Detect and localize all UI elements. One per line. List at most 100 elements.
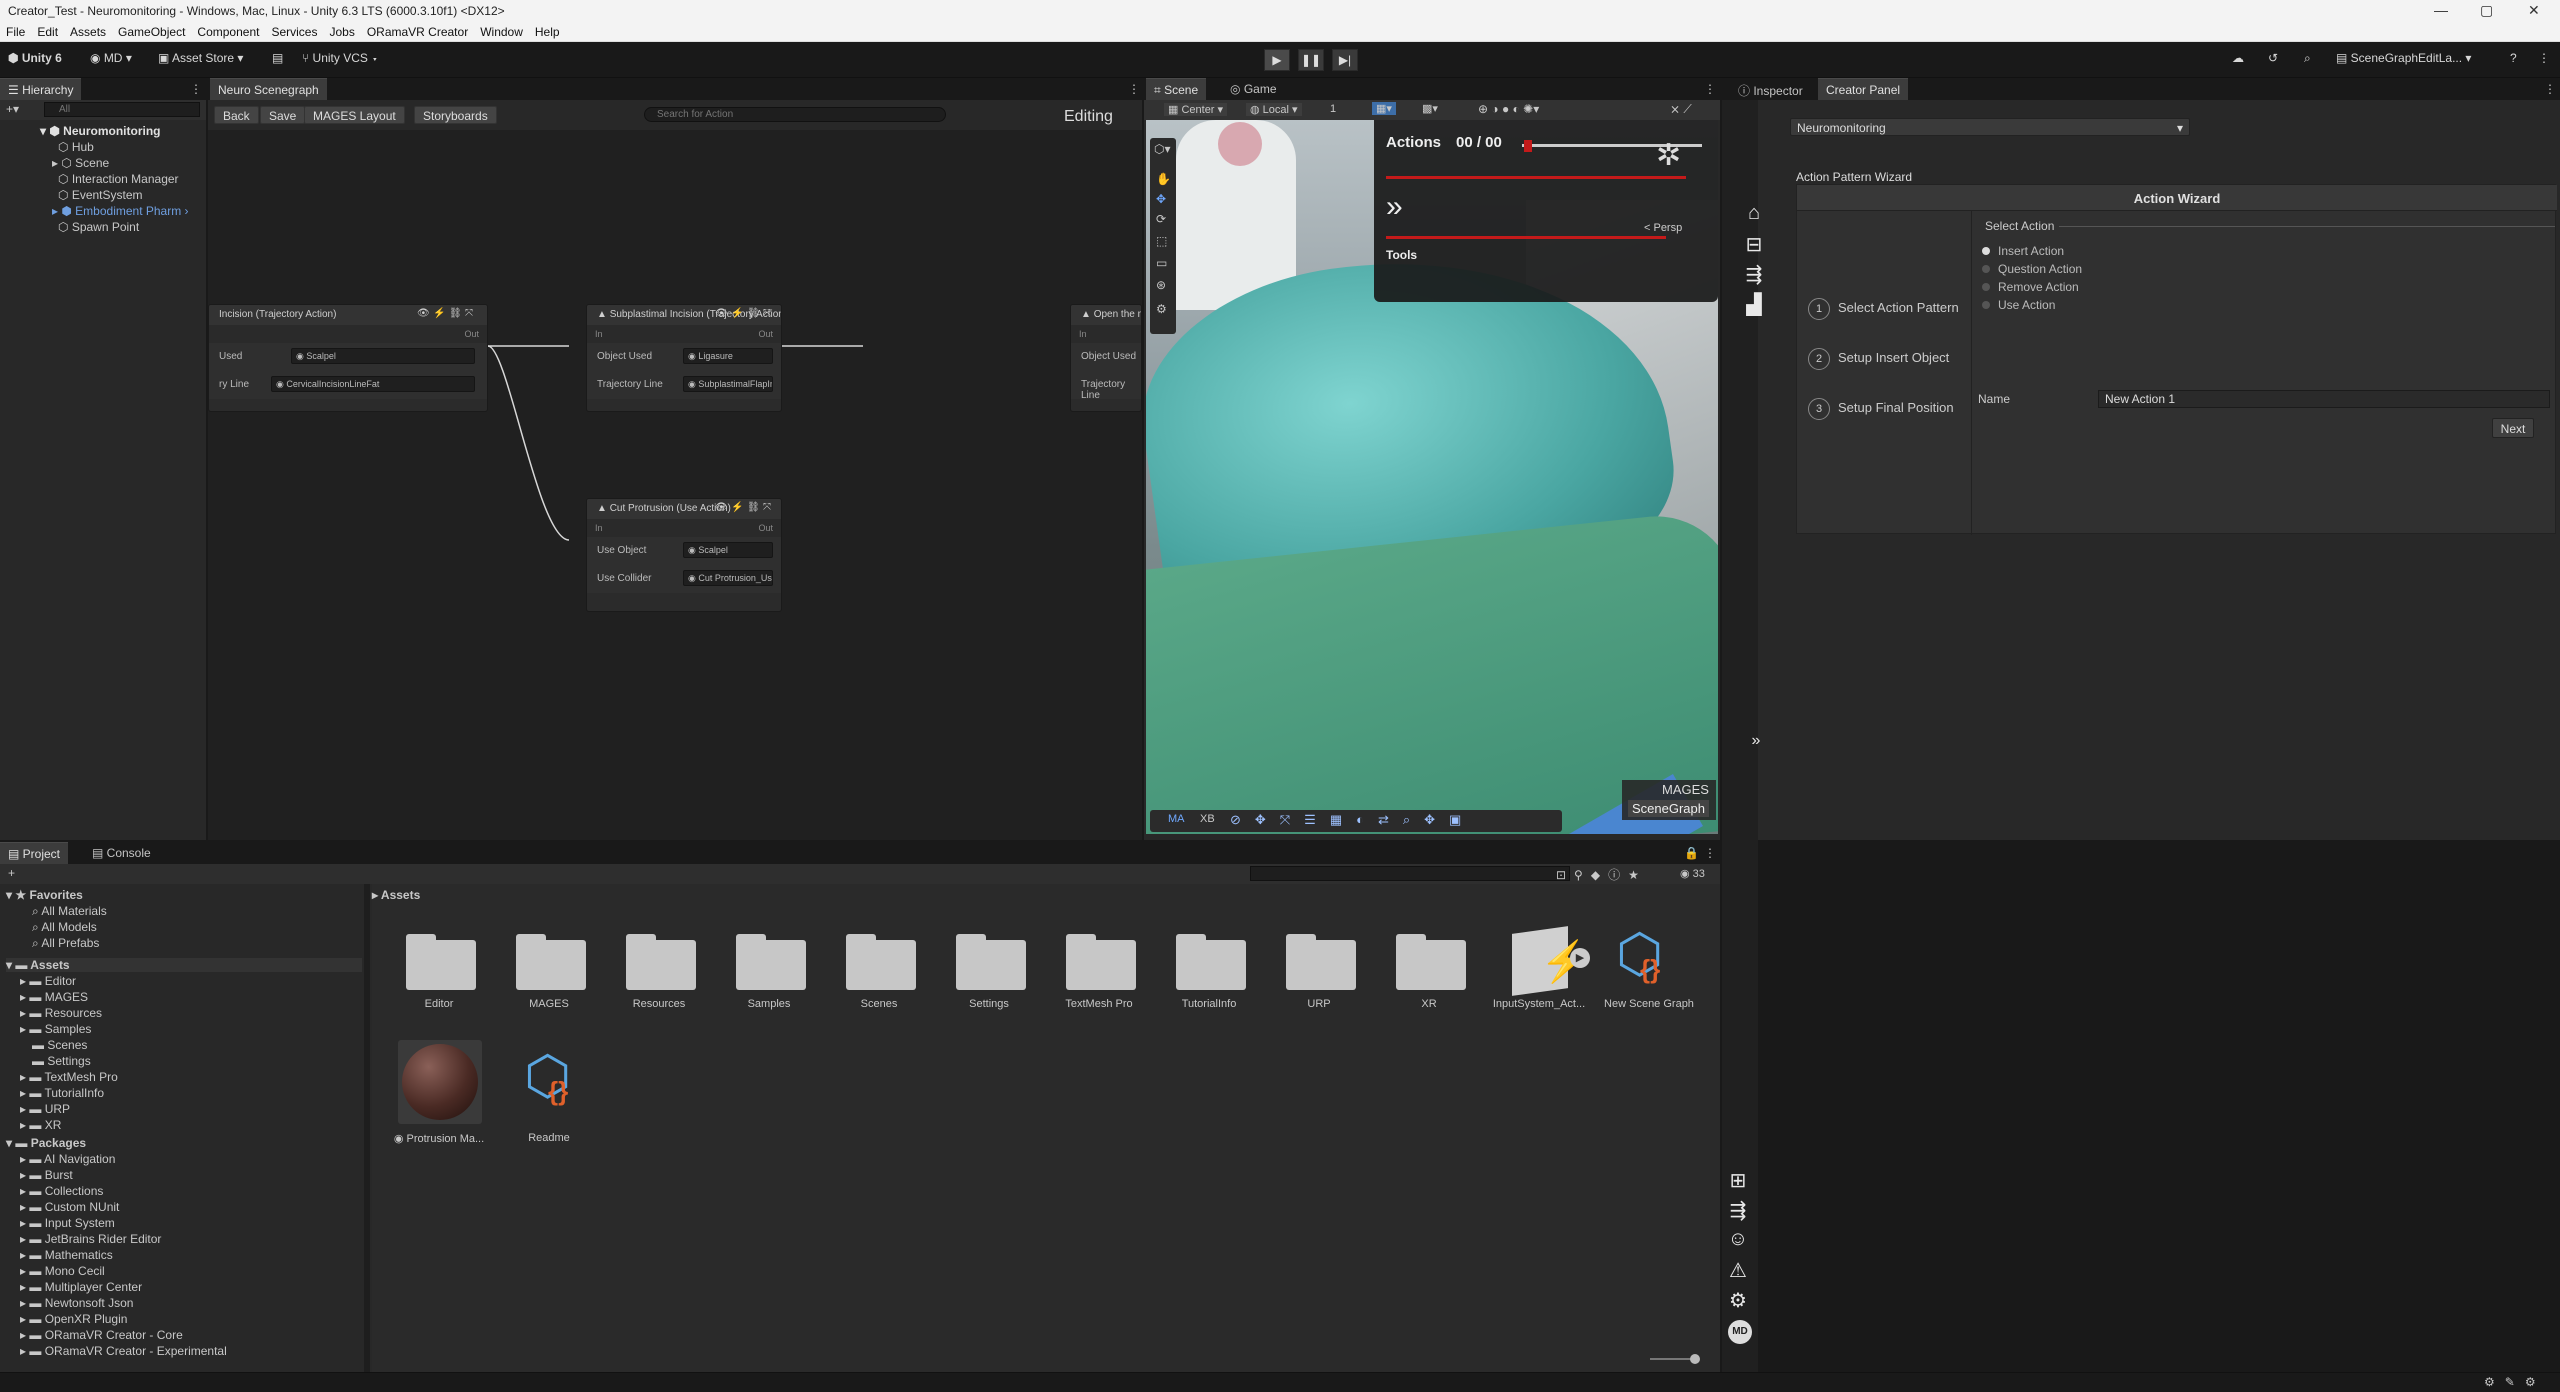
- folder-icon[interactable]: [1176, 934, 1246, 990]
- hierarchy-item[interactable]: ⬡ EventSystem: [58, 188, 143, 202]
- material-asset-tile[interactable]: [398, 1040, 482, 1124]
- tab-creator-panel[interactable]: Creator Panel: [1818, 78, 1909, 100]
- menu-services[interactable]: Services: [265, 22, 323, 39]
- tree-folder[interactable]: ▸ ▬ Editor: [20, 974, 76, 988]
- pause-button[interactable]: ❚❚: [1298, 49, 1324, 71]
- tree-package[interactable]: ▸ ▬ ORamaVR Creator - Core: [20, 1328, 183, 1342]
- scene-viewport[interactable]: Actions 00 / 00 » < Persp Tools ✲ ⬡▾ ✋ ✥…: [1146, 120, 1718, 834]
- tab-console[interactable]: ▤ Console: [84, 842, 159, 864]
- hud-slider-thumb[interactable]: [1524, 140, 1532, 152]
- asset-store-button[interactable]: ▣ Asset Store ▾: [158, 51, 243, 65]
- persp-label[interactable]: < Persp: [1644, 222, 1682, 234]
- create-icon[interactable]: +: [8, 866, 15, 880]
- snap-icon[interactable]: ▩▾: [1422, 102, 1438, 115]
- settings-gear-icon[interactable]: ⚙: [1724, 1288, 1752, 1316]
- vcs-dropdown[interactable]: ⑂ Unity VCS ▾: [302, 51, 378, 65]
- hierarchy-search-input[interactable]: [44, 102, 200, 117]
- expand-icon[interactable]: ⤧: [763, 502, 771, 513]
- expand-icon[interactable]: ⤧: [763, 308, 771, 319]
- tab-scene[interactable]: ⌗ Scene: [1146, 78, 1207, 100]
- tree-package[interactable]: ▸ ▬ Collections: [20, 1184, 103, 1198]
- step-button[interactable]: ▶|: [1332, 49, 1358, 71]
- bolt-icon[interactable]: ⚡: [433, 308, 445, 319]
- add-icon[interactable]: +▾: [6, 102, 19, 116]
- more-icon[interactable]: ⋮: [2538, 51, 2550, 65]
- folder-icon[interactable]: [406, 934, 476, 990]
- project-search-input[interactable]: [1250, 866, 1570, 881]
- favorites-header[interactable]: ▾ ★ Favorites: [6, 888, 83, 902]
- out-port[interactable]: Out: [758, 523, 773, 533]
- action-search-input[interactable]: [644, 107, 946, 122]
- maximize-button[interactable]: ▢: [2480, 2, 2493, 19]
- menu-window[interactable]: Window: [474, 22, 529, 39]
- in-port[interactable]: In: [595, 523, 603, 533]
- tab-inspector[interactable]: ⓘ Inspector: [1730, 78, 1811, 100]
- scene-tool-icons[interactable]: ⊘✥⤧☰▦◐⇄⌕✥▣: [1230, 812, 1475, 828]
- object-field[interactable]: ◉ Scalpel: [683, 542, 773, 558]
- vr-headset-icon[interactable]: ⊟: [1740, 232, 1768, 260]
- tree-folder[interactable]: ▸ ▬ XR: [20, 1118, 61, 1132]
- scenegraph-icon[interactable]: ⇶: [1740, 262, 1768, 290]
- scene-graph-asset-icon[interactable]: ⬡ {}: [1616, 924, 1680, 992]
- tree-package[interactable]: ▸ ▬ OpenXR Plugin: [20, 1312, 127, 1326]
- hierarchy-root[interactable]: ▾ ⬢ Neuromonitoring: [40, 124, 161, 138]
- menu-component[interactable]: Component: [191, 22, 265, 39]
- menu-help[interactable]: Help: [529, 22, 566, 39]
- tree-folder[interactable]: ▸ ▬ URP: [20, 1102, 70, 1116]
- tree-package[interactable]: ▸ ▬ Multiplayer Center: [20, 1280, 142, 1294]
- xb-tool[interactable]: XB: [1200, 813, 1215, 825]
- tree-package[interactable]: ▸ ▬ AI Navigation: [20, 1152, 115, 1166]
- radio-question-action[interactable]: Question Action: [1982, 262, 2082, 276]
- hierarchy-item-prefab[interactable]: ▸ ⬢ Embodiment Pharm ›: [52, 204, 189, 218]
- in-port[interactable]: In: [1079, 329, 1087, 339]
- home-icon[interactable]: ⌂: [1740, 202, 1768, 230]
- object-field[interactable]: ◉ Ligasure: [683, 348, 773, 364]
- tree-package[interactable]: ▸ ▬ JetBrains Rider Editor: [20, 1232, 161, 1246]
- move-tool-icon[interactable]: ✥: [1156, 192, 1166, 206]
- fav-item[interactable]: ⌕ All Prefabs: [32, 936, 99, 951]
- out-port[interactable]: Out: [464, 329, 479, 339]
- history-icon[interactable]: ↺: [2268, 51, 2278, 65]
- warning-icon[interactable]: ⚠: [1724, 1258, 1752, 1286]
- in-port[interactable]: In: [595, 329, 603, 339]
- out-port[interactable]: Out: [758, 329, 773, 339]
- fav-item[interactable]: ⌕ All Models: [32, 920, 97, 935]
- tree-folder[interactable]: ▸ ▬ TutorialInfo: [20, 1086, 104, 1100]
- unity-logo[interactable]: ⬢ Unity 6: [8, 51, 62, 65]
- object-field[interactable]: ◉ Cut Protrusion_UseTarget: [683, 570, 773, 586]
- hierarchy-item[interactable]: ⬡ Spawn Point: [58, 220, 139, 234]
- wizard-step[interactable]: 1 Select Action Pattern: [1808, 298, 1959, 320]
- orientation-gizmo-icon[interactable]: ✲: [1656, 138, 1681, 173]
- custom-tool-icon[interactable]: ⚙: [1156, 302, 1167, 316]
- menu-jobs[interactable]: Jobs: [323, 22, 360, 39]
- scale-tool-icon[interactable]: ⬚: [1156, 234, 1167, 248]
- tab-game[interactable]: ◎ Game: [1222, 78, 1285, 100]
- tree-package[interactable]: ▸ ▬ Mono Cecil: [20, 1264, 105, 1278]
- folder-icon[interactable]: [736, 934, 806, 990]
- bolt-icon[interactable]: ⚡: [731, 502, 743, 513]
- add-module-icon[interactable]: ⊞: [1724, 1168, 1752, 1196]
- scenegraph-overlay-button[interactable]: SceneGraph: [1628, 800, 1709, 817]
- graph-icon[interactable]: ⇶: [1724, 1198, 1752, 1226]
- next-chevron-icon[interactable]: »: [1386, 190, 1403, 224]
- help-icon[interactable]: ?: [2510, 51, 2517, 65]
- tree-folder[interactable]: ▸ ▬ Samples: [20, 1022, 91, 1036]
- tree-folder[interactable]: ▬ Scenes: [32, 1038, 87, 1052]
- asset-breadcrumb[interactable]: ▸ Assets: [372, 888, 420, 902]
- folder-icon[interactable]: [626, 934, 696, 990]
- view-tool-icon[interactable]: ⬡▾: [1154, 142, 1171, 156]
- filter-icons[interactable]: ⊡⚲◆ⓘ★: [1556, 866, 1647, 883]
- close-button[interactable]: ✕: [2528, 2, 2540, 19]
- action-name-input[interactable]: [2098, 390, 2550, 408]
- tree-folder[interactable]: ▸ ▬ TextMesh Pro: [20, 1070, 118, 1084]
- lock-icon[interactable]: 🔒: [1684, 846, 1699, 860]
- robot-icon[interactable]: ☺: [1724, 1228, 1752, 1256]
- account-dropdown[interactable]: ◉ MD ▾: [90, 51, 132, 65]
- tab-hierarchy[interactable]: ☰ Hierarchy: [0, 78, 82, 100]
- mages-layout-button[interactable]: MAGES Layout: [304, 106, 405, 124]
- wizard-step[interactable]: 2 Setup Insert Object: [1808, 348, 1949, 370]
- eye-icon[interactable]: 👁: [715, 308, 728, 319]
- save-icon[interactable]: ▤: [272, 51, 283, 65]
- object-field[interactable]: ◉ SubplastimalFlapIncision: [683, 376, 773, 392]
- folder-icon[interactable]: [846, 934, 916, 990]
